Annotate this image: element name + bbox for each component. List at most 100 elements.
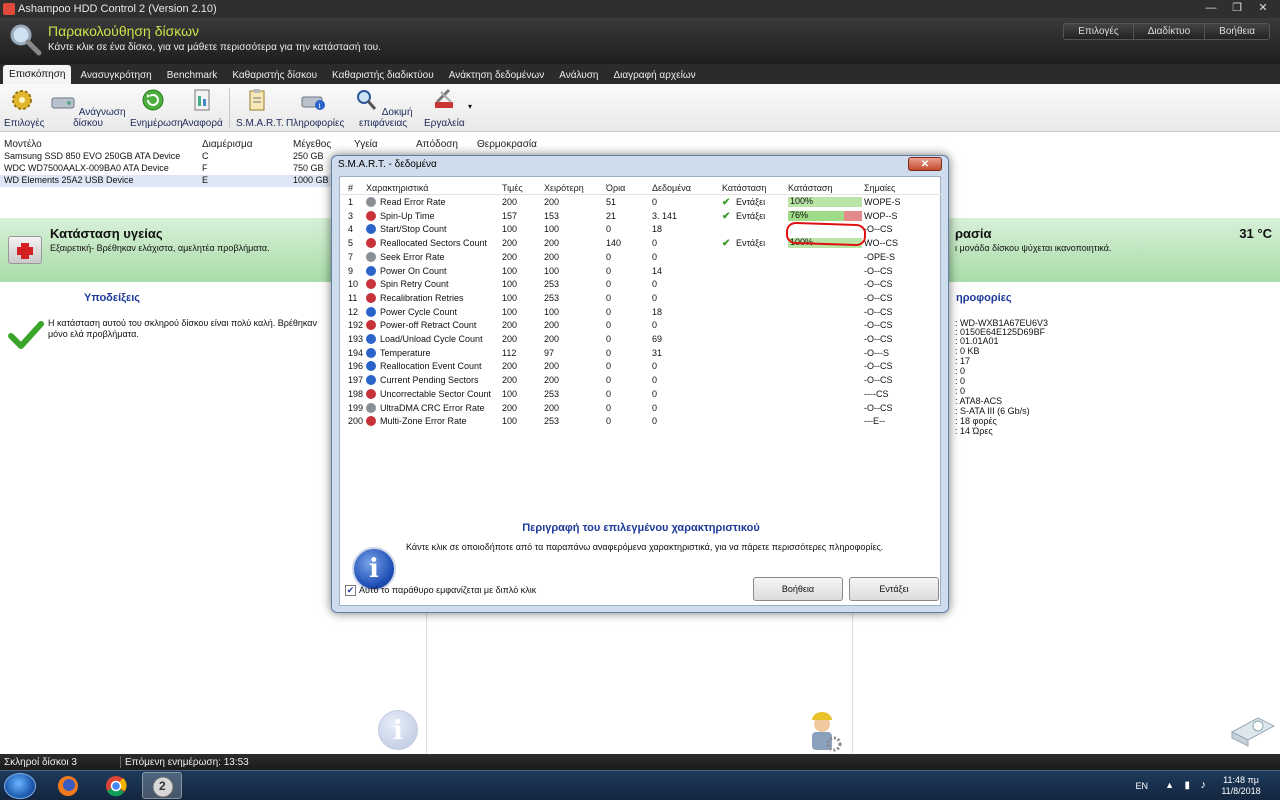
temperature-text: ι μονάδα δίσκου ψύχεται ικανοποιητικά. — [955, 243, 1112, 253]
cell-id: 193 — [348, 334, 364, 344]
col-worst[interactable]: Χειρότερη — [544, 183, 584, 193]
cell-worst: 253 — [544, 279, 560, 290]
header-help-button[interactable]: Βοήθεια — [1205, 24, 1269, 39]
col-attribute[interactable]: Χαρακτηριστικά — [366, 183, 428, 193]
volume-icon[interactable]: ♪ — [1201, 779, 1207, 791]
tab-disk-cleaner[interactable]: Καθαριστής δίσκου — [226, 66, 323, 84]
options-tool[interactable]: Επιλογές — [4, 88, 44, 129]
chrome-taskbar-button[interactable] — [96, 772, 136, 799]
cell-worst: 200 — [544, 334, 560, 344]
smart-row[interactable]: 196 Reallocation Event Count 200 200 0 0 -O--C… — [340, 361, 942, 374]
info-value: : 0 KB — [955, 346, 980, 356]
smart-row[interactable]: 10 Spin Retry Count 100 253 0 0 -O--CS — [340, 279, 942, 292]
smart-row[interactable]: 11 Recalibration Retries 100 253 0 0 -O--CS — [340, 292, 942, 306]
info-value: : S-ATA III (6 Gb/s) — [955, 406, 1030, 416]
tab-defrag[interactable]: Ανασυγκρότηση — [74, 66, 157, 84]
header-internet-button[interactable]: Διαδίκτυο — [1134, 24, 1206, 39]
gauge-icon — [366, 251, 376, 262]
col-threshold[interactable]: Όρια — [606, 183, 625, 193]
tab-overview[interactable]: Επισκόπηση — [3, 65, 72, 84]
start-button[interactable] — [4, 773, 36, 799]
tray-arrow-icon[interactable]: ▲ — [1165, 780, 1174, 790]
cell-threshold: 0 — [606, 388, 612, 399]
tools-tool[interactable]: Εργαλεία — [424, 88, 465, 129]
col-performance[interactable]: Απόδοση — [416, 139, 458, 150]
tab-data-recovery[interactable]: Ανάκτηση δεδομένων — [443, 66, 550, 84]
smart-row[interactable]: 12 Power Cycle Count 100 100 0 18 -O--CS — [340, 306, 942, 320]
close-button[interactable]: ✕ — [1250, 0, 1276, 17]
cell-worst: 100 — [544, 306, 560, 317]
pin-icon — [366, 279, 376, 290]
cell-value: 200 — [502, 251, 518, 262]
col-status[interactable]: Κατάσταση — [722, 183, 766, 193]
col-model[interactable]: Μοντέλο — [4, 139, 42, 150]
surface-test-tool[interactable]: Δοκιμή επιφάνειας — [346, 88, 420, 129]
cell-data: 18 — [652, 224, 663, 235]
col-value[interactable]: Τιμές — [502, 183, 523, 193]
scan-disk-tool[interactable]: Ανάγνωση δίσκου — [50, 88, 126, 129]
info-icon[interactable]: i — [378, 710, 418, 750]
smart-row[interactable]: 198 Uncorrectable Sector Count 100 253 0 0 ---… — [340, 388, 942, 402]
smart-row[interactable]: 194 Temperature 112 97 0 31 -O---S — [340, 347, 942, 361]
tab-analysis[interactable]: Ανάλυση — [553, 66, 604, 84]
clock-time[interactable]: 11:48 πμ — [1218, 775, 1264, 785]
firefox-taskbar-button[interactable] — [48, 772, 88, 799]
smart-row[interactable]: 192 Power-off Retract Count 200 200 0 0 -O--CS — [340, 320, 942, 333]
disk-row-selected[interactable]: WD Elements 25A2 USB Device E 1000 GB — [0, 175, 330, 187]
double-click-checkbox[interactable]: ✔ — [345, 585, 356, 596]
description-title: Περιγραφή του επιλεγμένου χαρακτηριστικο… — [522, 522, 760, 534]
col-temperature[interactable]: Θερμοκρασία — [477, 139, 537, 150]
update-tool[interactable]: Ενημέρωση — [130, 88, 183, 129]
double-click-checkbox-label[interactable]: Αυτό το παράθυρο εμφανίζεται με διπλό κλ… — [359, 585, 536, 595]
cell-threshold: 0 — [606, 361, 612, 372]
smart-row[interactable]: 200 Multi-Zone Error Rate 100 253 0 0 ---E-- — [340, 416, 942, 429]
tab-internet-cleaner[interactable]: Καθαριστής διαδικτύου — [326, 66, 440, 84]
status-bar: Σκληροί δίσκοι 3 Επόμενη ενημέρωση: 13:5… — [0, 754, 1280, 770]
tab-file-wiper[interactable]: Διαγραφή αρχείων — [607, 66, 701, 84]
clock-date[interactable]: 11/8/2018 — [1218, 786, 1264, 796]
drive-info-icon: i — [301, 96, 325, 110]
disk-row[interactable]: WDC WD7500AALX-009BA0 ATA Device F 750 G… — [0, 163, 330, 175]
col-health[interactable]: Κατάσταση — [788, 183, 832, 193]
maximize-button[interactable]: ❐ — [1224, 0, 1250, 17]
cell-worst: 200 — [544, 320, 560, 331]
col-flags[interactable]: Σημαίες — [864, 183, 895, 193]
dialog-close-button[interactable]: ✕ — [908, 157, 942, 171]
cell-value: 100 — [502, 279, 518, 290]
smart-row[interactable]: 1 Read Error Rate 200 200 51 0 ✔ Εντάξει 100% WOP… — [340, 196, 942, 210]
ok-button[interactable]: Εντάξει — [849, 577, 939, 601]
language-indicator[interactable]: EN — [1135, 781, 1148, 791]
cell-threshold: 0 — [606, 334, 612, 344]
col-id[interactable]: # — [348, 183, 353, 193]
smart-row[interactable]: 199 UltraDMA CRC Error Rate 200 200 0 0 -O--CS — [340, 402, 942, 416]
network-icon[interactable]: ▮ — [1184, 780, 1190, 791]
window-title: Ashampoo HDD Control 2 (Version 2.10) — [18, 3, 217, 15]
cell-value: 100 — [502, 306, 518, 317]
smart-row[interactable]: 193 Load/Unload Cycle Count 200 200 0 69 -O--C… — [340, 334, 942, 347]
tab-benchmark[interactable]: Benchmark — [161, 66, 224, 84]
disk-row[interactable]: Samsung SSD 850 EVO 250GB ATA Device C 2… — [0, 151, 330, 163]
smart-row[interactable]: 9 Power On Count 100 100 0 14 -O--CS — [340, 265, 942, 279]
cell-data: 69 — [652, 334, 663, 344]
hdd-control-taskbar-button[interactable]: 2 — [142, 772, 182, 799]
smart-row[interactable]: 197 Current Pending Sectors 200 200 0 0 -O--CS — [340, 375, 942, 388]
cell-data: 0 — [652, 197, 658, 207]
report-tool[interactable]: Αναφορά — [182, 88, 223, 129]
info-tool[interactable]: i Πληροφορίες — [286, 88, 344, 129]
worker-icon[interactable] — [806, 708, 842, 752]
header-options-button[interactable]: Επιλογές — [1064, 24, 1134, 39]
app-icon — [3, 3, 15, 15]
tools-dropdown-arrow-icon[interactable]: ▾ — [468, 102, 472, 111]
minimize-button[interactable]: — — [1198, 0, 1224, 17]
drive-status-icon[interactable] — [1228, 712, 1276, 748]
col-data[interactable]: Δεδομένα — [652, 183, 691, 193]
help-button[interactable]: Βοήθεια — [753, 577, 843, 601]
smart-tool[interactable]: S.M.A.R.T. — [236, 88, 284, 129]
cell-name: Uncorrectable Sector Count — [380, 388, 492, 399]
col-health[interactable]: Υγεία — [354, 139, 378, 150]
smart-row[interactable]: 3 Spin-Up Time 157 153 21 3. 141 ✔ Εντάξει 76% WO… — [340, 210, 942, 224]
info-value: : 0 — [955, 366, 966, 376]
col-size[interactable]: Μέγεθος — [293, 139, 331, 150]
smart-row[interactable]: 7 Seek Error Rate 200 200 0 0 -OPE-S — [340, 251, 942, 265]
col-partition[interactable]: Διαμέρισμα — [202, 139, 253, 150]
